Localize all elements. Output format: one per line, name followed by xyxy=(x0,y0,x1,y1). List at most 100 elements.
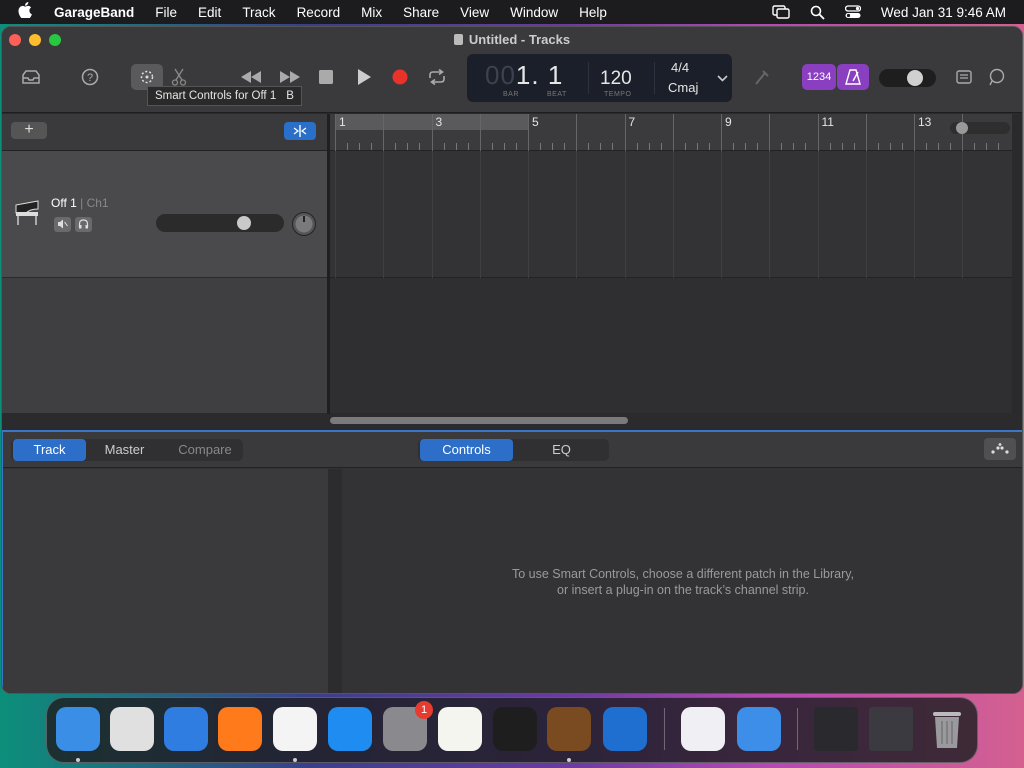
ruler-beat-tick xyxy=(467,143,469,150)
menu-record[interactable]: Record xyxy=(297,5,341,20)
horizontal-scroll-thumb[interactable] xyxy=(330,417,628,424)
solo-headphones-button[interactable] xyxy=(75,217,92,232)
notepad-icon[interactable] xyxy=(954,67,974,87)
ruler-bar-line xyxy=(335,114,336,151)
menu-track[interactable]: Track xyxy=(242,5,275,20)
horizontal-scrollbar[interactable] xyxy=(330,416,1010,425)
dock-vscode-icon[interactable] xyxy=(603,707,647,751)
dock-firefox-icon[interactable] xyxy=(218,707,262,751)
position-leading-zeros: 00 xyxy=(485,60,516,90)
tab-controls[interactable]: Controls xyxy=(420,439,513,461)
ruler-beat-tick xyxy=(793,143,795,150)
track-header-off-1[interactable]: Off 1 | Ch1 xyxy=(2,151,327,278)
tab-track[interactable]: Track xyxy=(13,439,86,461)
count-in-button[interactable]: 1234 xyxy=(802,64,836,90)
dock-visual-studio-icon[interactable] xyxy=(681,707,725,751)
menu-edit[interactable]: Edit xyxy=(198,5,221,20)
dock-garageband-icon[interactable] xyxy=(547,707,591,751)
running-indicator xyxy=(293,758,297,762)
ruler-beat-tick xyxy=(371,143,373,150)
menu-help[interactable]: Help xyxy=(579,5,607,20)
dock-app-store-icon[interactable] xyxy=(328,707,372,751)
track-name-label[interactable]: Off 1 | Ch1 xyxy=(51,196,109,210)
smart-controls-inspector-button[interactable] xyxy=(984,438,1016,460)
tempo-value[interactable]: 120 xyxy=(600,68,632,90)
record-icon[interactable] xyxy=(390,67,410,87)
menu-mix[interactable]: Mix xyxy=(361,5,382,20)
message-line-2: or insert a plug-in on the track’s chann… xyxy=(557,583,809,597)
fast-forward-icon[interactable] xyxy=(277,67,303,87)
horizontal-zoom-slider[interactable] xyxy=(950,122,1010,134)
menu-app-name[interactable]: GarageBand xyxy=(54,5,134,20)
dock-system-settings-icon[interactable]: 1 xyxy=(383,701,433,751)
timeline-ruler[interactable]: 1 3 5 7 9 11 13 xyxy=(330,114,1022,151)
ruler-beat-tick xyxy=(660,143,662,150)
tab-compare[interactable]: Compare xyxy=(166,439,244,461)
lcd-mode-chevron-icon[interactable] xyxy=(715,71,729,85)
title-bar: Untitled - Tracks ? 001. 1 BAR BEAT 120 … xyxy=(2,27,1022,113)
dock-separator xyxy=(797,708,798,750)
tracks-area[interactable] xyxy=(330,151,1022,413)
menu-file[interactable]: File xyxy=(155,5,177,20)
loop-browser-icon[interactable] xyxy=(986,67,1008,87)
spotlight-search-icon[interactable] xyxy=(810,5,825,20)
dock-safari-icon[interactable] xyxy=(164,707,208,751)
smart-controls-tooltip: Smart Controls for Off 1 B xyxy=(147,86,302,106)
ruler-beat-tick xyxy=(455,143,457,150)
ruler-beat-tick xyxy=(708,143,710,150)
document-icon xyxy=(453,34,463,45)
zoom-slider-thumb[interactable] xyxy=(956,122,968,134)
catch-playhead-button[interactable] xyxy=(284,122,316,140)
play-icon[interactable] xyxy=(354,67,374,87)
dock-terminal-icon[interactable] xyxy=(493,707,537,751)
dock-minimized-window-thumbnail[interactable] xyxy=(869,707,913,751)
tuner-icon[interactable] xyxy=(751,67,773,87)
screen-mirroring-icon[interactable] xyxy=(772,5,790,19)
pan-knob[interactable] xyxy=(291,211,317,240)
tab-eq[interactable]: EQ xyxy=(515,439,608,461)
apple-menu-icon[interactable] xyxy=(18,2,36,22)
dock-minimized-window-thumbnail[interactable] xyxy=(814,707,858,751)
library-icon[interactable] xyxy=(19,67,43,87)
cycle-icon[interactable] xyxy=(426,67,448,87)
ruler-beat-tick xyxy=(540,143,542,150)
stop-icon[interactable] xyxy=(316,67,336,87)
master-volume-knob[interactable] xyxy=(907,70,923,86)
dock-trash-icon[interactable] xyxy=(925,707,969,751)
ruler-beat-tick xyxy=(986,143,988,150)
dock-textedit-icon[interactable] xyxy=(438,707,482,751)
dock-launchpad-icon[interactable] xyxy=(110,707,154,751)
ruler-beat-tick xyxy=(938,143,940,150)
dock-finder-icon[interactable] xyxy=(56,707,100,751)
menu-view[interactable]: View xyxy=(460,5,489,20)
ruler-bar-line xyxy=(576,114,578,151)
ruler-bar-line xyxy=(721,114,722,151)
ruler-bar-number: 7 xyxy=(628,115,636,129)
time-signature[interactable]: 4/4 xyxy=(671,60,689,75)
menubar-clock[interactable]: Wed Jan 31 9:46 AM xyxy=(881,5,1006,20)
track-name-text: Off 1 xyxy=(51,196,77,210)
track-lane-off-1[interactable] xyxy=(330,151,1022,278)
dock-chrome-icon[interactable] xyxy=(273,707,317,751)
dock: 1 xyxy=(46,697,978,763)
running-indicator xyxy=(567,758,571,762)
control-center-icon[interactable] xyxy=(844,5,861,19)
menu-share[interactable]: Share xyxy=(403,5,439,20)
quick-help-icon[interactable]: ? xyxy=(79,67,101,87)
mute-button[interactable] xyxy=(54,217,71,232)
ruler-beat-tick xyxy=(359,143,361,150)
lcd-display[interactable]: 001. 1 BAR BEAT 120 TEMPO 4/4 Cmaj xyxy=(467,54,732,102)
master-volume-slider[interactable] xyxy=(879,69,936,87)
menu-window[interactable]: Window xyxy=(510,5,558,20)
metronome-icon[interactable] xyxy=(837,64,869,90)
track-volume-slider[interactable] xyxy=(156,214,284,232)
smart-controls-pane: Track Master Compare Controls EQ To use … xyxy=(2,430,1022,693)
tab-master[interactable]: Master xyxy=(88,439,161,461)
ruler-beat-tick xyxy=(926,143,928,150)
key-signature[interactable]: Cmaj xyxy=(668,80,698,95)
track-volume-knob[interactable] xyxy=(237,216,251,230)
rewind-icon[interactable] xyxy=(238,67,264,87)
dock-weather-icon[interactable] xyxy=(737,707,781,751)
add-track-button[interactable]: + xyxy=(11,122,47,139)
grid-line xyxy=(528,151,529,278)
